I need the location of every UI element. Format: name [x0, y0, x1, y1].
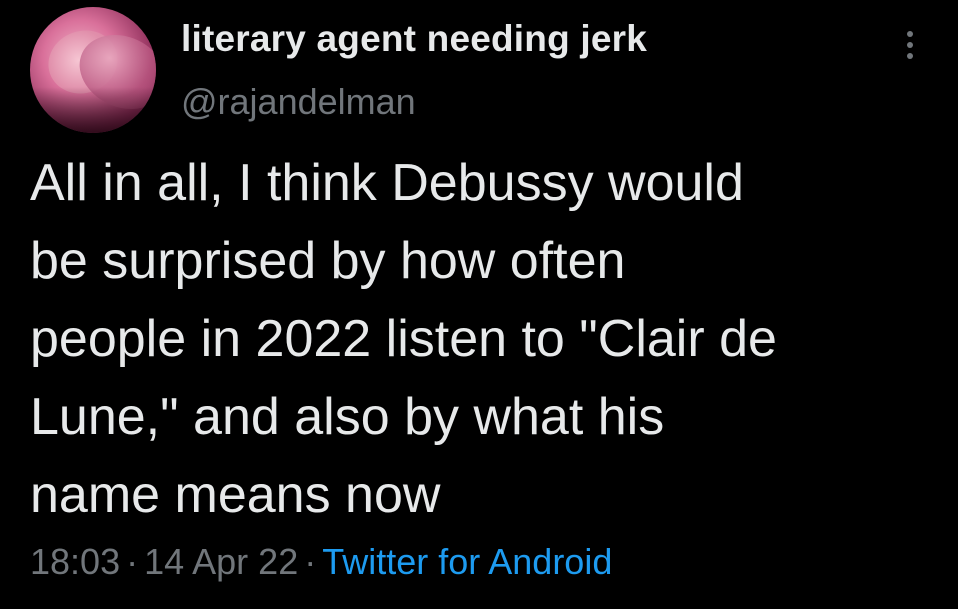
meta-separator: · [126, 541, 139, 582]
avatar[interactable] [30, 7, 156, 133]
tweet-text-line: name means now [30, 466, 441, 524]
tweet-text-line: be surprised by how often [30, 232, 626, 290]
tweet: literary agent needing jerk @rajandelman… [0, 0, 958, 609]
tweet-text-line: Lune," and also by what his [30, 388, 665, 446]
tweet-source-link[interactable]: Twitter for Android [322, 541, 612, 582]
user-handle[interactable]: @rajandelman [181, 81, 416, 123]
tweet-text-line: people in 2022 listen to "Clair de [30, 310, 777, 368]
tweet-text: All in all, I think Debussy would be sur… [30, 144, 950, 534]
tweet-time[interactable]: 18:03 [30, 541, 120, 582]
meta-separator: · [304, 541, 317, 582]
avatar-shadow [30, 87, 156, 133]
more-options-button[interactable] [890, 25, 930, 65]
display-name[interactable]: literary agent needing jerk [181, 18, 647, 60]
tweet-text-line: All in all, I think Debussy would [30, 154, 744, 212]
more-vertical-icon [907, 31, 913, 59]
tweet-meta: 18:03 · 14 Apr 22 · Twitter for Android [30, 541, 612, 583]
tweet-date[interactable]: 14 Apr 22 [144, 541, 298, 582]
